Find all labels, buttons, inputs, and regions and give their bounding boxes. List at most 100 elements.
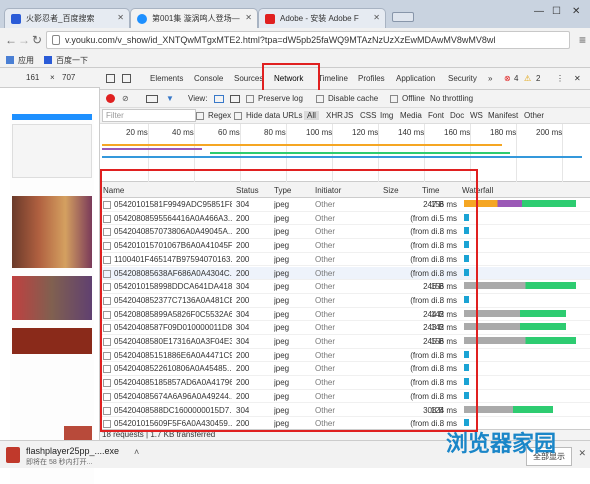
filter-type-other[interactable]: Other [524, 111, 544, 120]
device-viewport-panel: 161 × 707 [0, 68, 100, 484]
timeline-tick: 180 ms [490, 128, 517, 137]
filter-type-font[interactable]: Font [428, 111, 444, 120]
reload-icon[interactable]: ↻ [32, 33, 42, 47]
close-window-icon[interactable]: ✕ [572, 6, 580, 17]
filter-type-js[interactable]: JS [344, 111, 353, 120]
maximize-icon[interactable]: ☐ [552, 6, 561, 17]
disable-cache-checkbox[interactable] [316, 95, 324, 103]
filter-input[interactable]: Filter [102, 109, 196, 122]
download-menu-arrow-icon[interactable]: ˄ [134, 447, 139, 457]
filter-type-css[interactable]: CSS [360, 111, 376, 120]
timeline-tick: 20 ms [126, 128, 148, 137]
large-rows-icon[interactable] [214, 95, 224, 103]
thumbnail-grid-preview [12, 196, 92, 268]
capture-screenshots-icon[interactable] [146, 95, 158, 103]
throttling-select[interactable]: No throttling [430, 94, 473, 103]
filter-type-xhr[interactable]: XHR [326, 111, 343, 120]
timeline-bar-dns [102, 148, 202, 150]
tab-adobe-install[interactable]: Adobe - 安装 Adobe F ✕ [258, 8, 386, 28]
tab-sources[interactable]: Sources [234, 74, 263, 83]
thumbnail-grid-preview-2 [12, 276, 92, 320]
back-arrow-icon[interactable]: ← [5, 33, 17, 47]
dimension-separator: × [50, 73, 55, 82]
forward-arrow-icon[interactable]: → [18, 33, 30, 47]
devtools-close-icon[interactable]: ✕ [574, 74, 581, 83]
waterfall-bar [464, 282, 576, 290]
more-tabs-button[interactable]: » [488, 74, 492, 83]
tab-title: 第001集 漩涡鸣人登场— [152, 14, 240, 23]
filter-icon[interactable]: ▼ [166, 94, 174, 103]
waterfall-bar [464, 337, 576, 344]
youku-logo-strip [12, 114, 92, 120]
overview-icon[interactable] [230, 95, 240, 103]
network-controls: ⊘ ▼ View: Preserve log Disable cache Off… [100, 90, 590, 108]
tab-baidu-search[interactable]: 火影忍者_百度搜索 ✕ [4, 8, 130, 28]
address-bar[interactable]: v.youku.com/v_show/id_XNTQwMTgxMTE2.html… [46, 31, 570, 49]
warning-icon: ⚠ [524, 74, 532, 83]
clear-icon[interactable]: ⊘ [122, 94, 129, 103]
minimize-icon[interactable]: — [534, 6, 544, 17]
watermark-logo: 浏览器家园 [446, 432, 557, 457]
bookmark-apps[interactable]: 应用 [18, 55, 34, 66]
filter-type-all[interactable]: All [304, 111, 319, 120]
devtools-menu-icon[interactable]: ⋮ [556, 74, 564, 83]
banner-preview [12, 328, 92, 354]
address-url[interactable]: v.youku.com/v_show/id_XNTQwMTgxMTE2.html… [65, 35, 565, 45]
filter-placeholder: Filter [106, 111, 124, 120]
error-icon: ⊗ [504, 74, 511, 83]
baidu-favicon-icon [11, 14, 21, 24]
close-icon[interactable]: ✕ [245, 13, 252, 22]
view-label: View: [188, 94, 208, 103]
filter-type-manifest[interactable]: Manifest [488, 111, 518, 120]
tab-youku-video[interactable]: 第001集 漩涡鸣人登场— ✕ [130, 8, 258, 28]
inspect-element-icon[interactable] [106, 74, 115, 83]
tab-elements[interactable]: Elements [150, 74, 183, 83]
tab-security[interactable]: Security [448, 74, 477, 83]
preserve-log-label: Preserve log [258, 94, 303, 103]
adobe-favicon-icon [265, 14, 275, 24]
viewport-height[interactable]: 707 [62, 73, 75, 82]
browser-toolbar: ← → ↻ v.youku.com/v_show/id_XNTQwMTgxMTE… [0, 28, 590, 52]
page-info-icon[interactable] [52, 35, 60, 45]
close-icon[interactable]: ✕ [373, 13, 380, 22]
close-download-shelf-icon[interactable]: ✕ [578, 448, 586, 459]
timeline-bar-load [102, 156, 582, 158]
download-file-icon [6, 447, 20, 463]
request-list-highlight [100, 169, 478, 432]
filter-type-ws[interactable]: WS [470, 111, 483, 120]
download-status: 即将在 58 秒内打开... [26, 459, 93, 466]
timeline-bar-waiting [102, 144, 502, 146]
close-icon[interactable]: ✕ [117, 13, 124, 22]
viewport-width[interactable]: 161 [26, 73, 39, 82]
download-filename[interactable]: flashplayer25pp_....exe [26, 446, 119, 456]
filter-bar: Filter Regex Hide data URLs All XHR JS C… [100, 108, 590, 124]
tab-profiles[interactable]: Profiles [358, 74, 385, 83]
page-preview [10, 114, 94, 484]
timeline-tick: 120 ms [352, 128, 379, 137]
bookmark-baidu[interactable]: 百度一下 [56, 55, 88, 66]
waterfall-bar [464, 323, 566, 331]
timeline-tick: 40 ms [172, 128, 194, 137]
tab-application[interactable]: Application [396, 74, 435, 83]
waterfall-bar [464, 309, 566, 317]
new-tab-button[interactable] [392, 12, 414, 22]
tab-timeline[interactable]: Timeline [318, 74, 348, 83]
timeline-tick: 140 ms [398, 128, 425, 137]
hide-data-urls-checkbox[interactable] [234, 112, 242, 120]
tab-title: Adobe - 安装 Adobe F [280, 14, 359, 23]
filter-type-img[interactable]: Img [380, 111, 393, 120]
regex-checkbox[interactable] [196, 112, 204, 120]
error-count[interactable]: 4 [514, 74, 518, 83]
record-icon[interactable] [106, 94, 115, 103]
filter-type-media[interactable]: Media [400, 111, 422, 120]
offline-checkbox[interactable] [390, 95, 398, 103]
warning-count[interactable]: 2 [536, 74, 540, 83]
browser-menu-icon[interactable]: ≡ [579, 33, 586, 47]
filter-type-doc[interactable]: Doc [450, 111, 464, 120]
browser-tab-bar: 火影忍者_百度搜索 ✕ 第001集 漩涡鸣人登场— ✕ Adobe - 安装 A… [0, 0, 590, 28]
timeline-tick: 100 ms [306, 128, 333, 137]
device-toolbar-icon[interactable] [122, 74, 131, 83]
devtools-tab-bar: Elements Console Sources Network Timelin… [100, 63, 590, 95]
preserve-log-checkbox[interactable] [246, 95, 254, 103]
tab-console[interactable]: Console [194, 74, 223, 83]
